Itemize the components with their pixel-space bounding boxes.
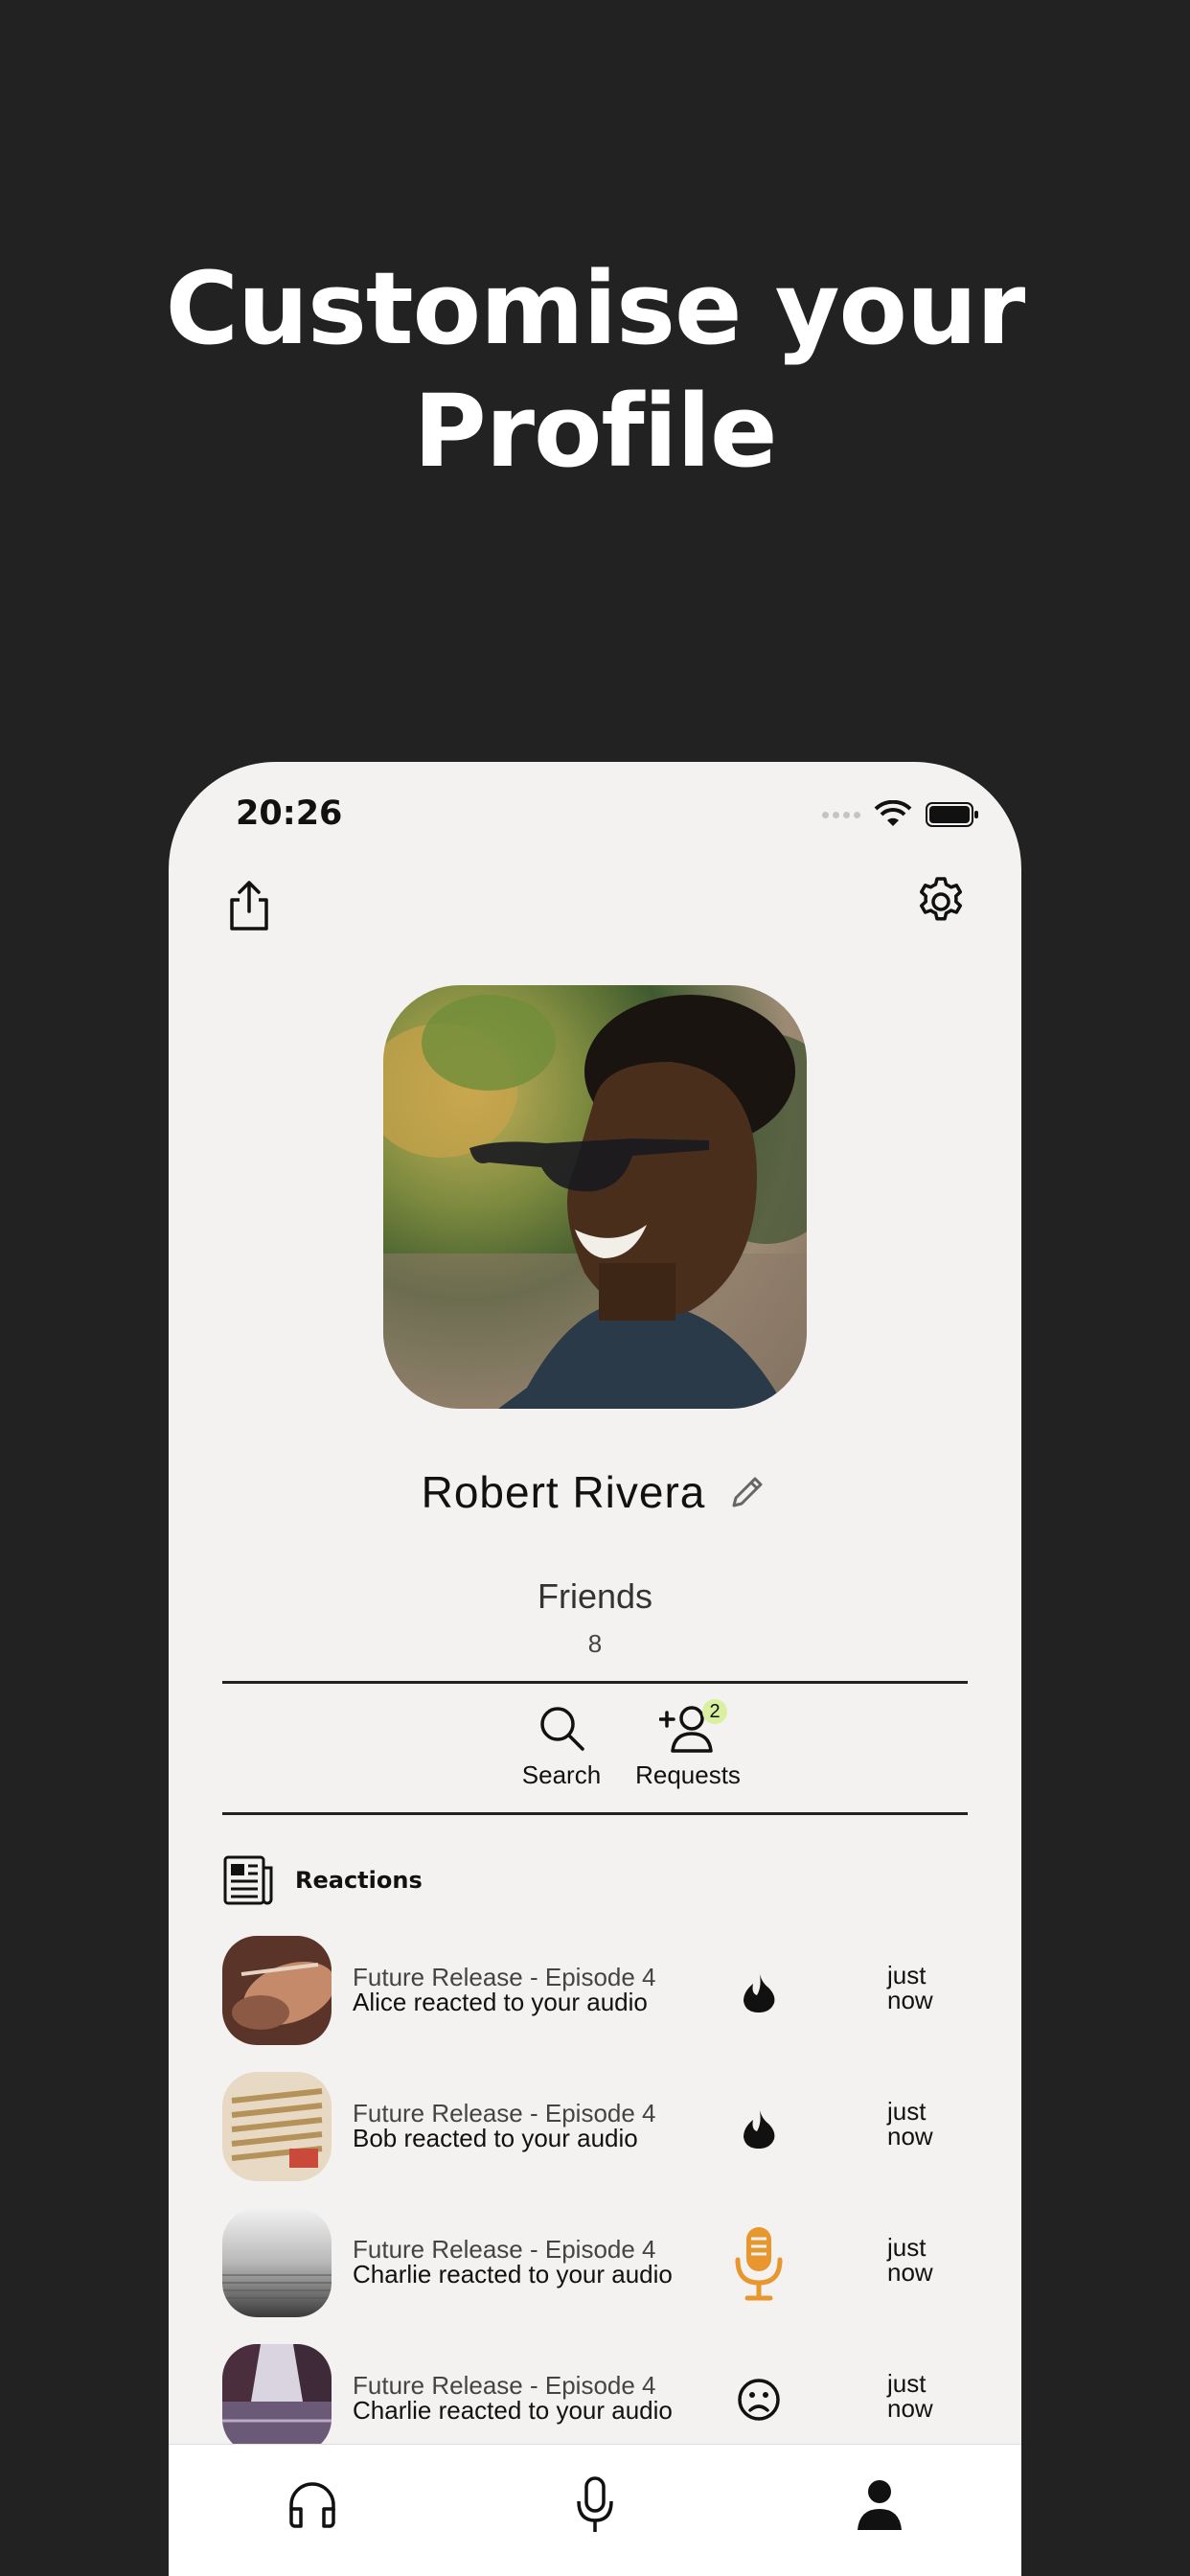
reaction-row[interactable]: Future Release - Episode 4 Bob reacted t… [222,2072,968,2183]
tab-listen[interactable] [274,2472,351,2539]
reaction-time-line-2: now [887,2394,933,2423]
reaction-time-line-1: just [887,2233,927,2262]
settings-button[interactable] [912,873,970,931]
divider-top [222,1681,968,1684]
newspaper-icon [223,1855,273,1905]
fire-icon [744,2106,775,2149]
reactions-title: Reactions [295,1867,423,1894]
reaction-subtitle: Charlie reacted to your audio [353,2396,673,2425]
avatar-photo [383,995,807,1409]
signal-icon [822,811,860,818]
search-icon [540,1707,584,1751]
battery-icon [926,802,978,827]
microphone-icon [577,2476,613,2532]
audio-thumbnail [222,2344,332,2453]
reaction-time-line-1: just [887,2369,927,2398]
reaction-time: just now [887,1963,933,2012]
search-button[interactable]: Search [490,1703,633,1790]
reaction-subtitle: Charlie reacted to your audio [353,2260,673,2288]
audio-thumbnail [222,2208,332,2317]
reaction-time: just now [887,2371,933,2421]
reaction-time: just now [887,2235,933,2285]
reaction-icon [730,1963,788,2020]
phone-screen: 20:26 Robert Rivera Friends 8 Search 2 R… [169,762,1021,2576]
reaction-row[interactable]: Future Release - Episode 4 Alice reacted… [222,1936,968,2047]
audio-thumbnail [222,1936,332,2045]
reaction-time: just now [887,2099,933,2149]
profile-name-row: Robert Rivera [169,1466,1021,1518]
reaction-time-line-2: now [887,2258,933,2287]
reaction-time-line-2: now [887,1986,933,2014]
reaction-time-line-1: just [887,2097,927,2126]
requests-badge: 2 [702,1699,727,1724]
reaction-subtitle: Alice reacted to your audio [353,1988,648,2016]
headline: Customise your Profile [0,247,1190,493]
tab-record[interactable] [557,2472,633,2539]
status-icons [822,800,979,829]
reaction-time-line-1: just [887,1961,927,1990]
tab-bar [169,2444,1021,2576]
headline-line-2: Profile [413,373,777,490]
headline-line-1: Customise your [165,250,1026,367]
reaction-icon [730,2371,788,2428]
audio-thumbnail [222,2072,332,2181]
search-label: Search [521,1760,602,1789]
gear-icon [919,877,963,921]
requests-button[interactable]: 2 Requests [616,1699,760,1790]
headphones-icon [289,2482,335,2528]
reaction-icon [730,2099,788,2156]
reaction-row[interactable]: Future Release - Episode 4 Charlie react… [222,2208,968,2319]
person-icon [858,2480,902,2530]
share-icon [230,881,268,931]
reactions-header: Reactions [222,1854,423,1906]
status-time: 20:26 [236,794,343,833]
friends-count: 8 [587,1629,603,1658]
sad-face-icon [738,2379,780,2421]
edit-pencil-icon[interactable] [726,1471,768,1513]
profile-avatar[interactable] [383,985,807,1409]
reaction-icon [730,2227,788,2301]
fire-icon [744,1970,775,2012]
requests-label: Requests [635,1760,741,1789]
reaction-time-line-2: now [887,2122,933,2150]
reaction-subtitle: Bob reacted to your audio [353,2124,638,2152]
share-button[interactable] [220,877,278,934]
friends-label[interactable]: Friends [169,1576,1021,1617]
reaction-row[interactable]: Future Release - Episode 4 Charlie react… [222,2344,968,2455]
profile-name: Robert Rivera [421,1467,706,1517]
microphone-icon [735,2227,783,2301]
tab-profile[interactable] [841,2472,918,2539]
divider-bottom [222,1812,968,1815]
wifi-icon [874,800,912,826]
